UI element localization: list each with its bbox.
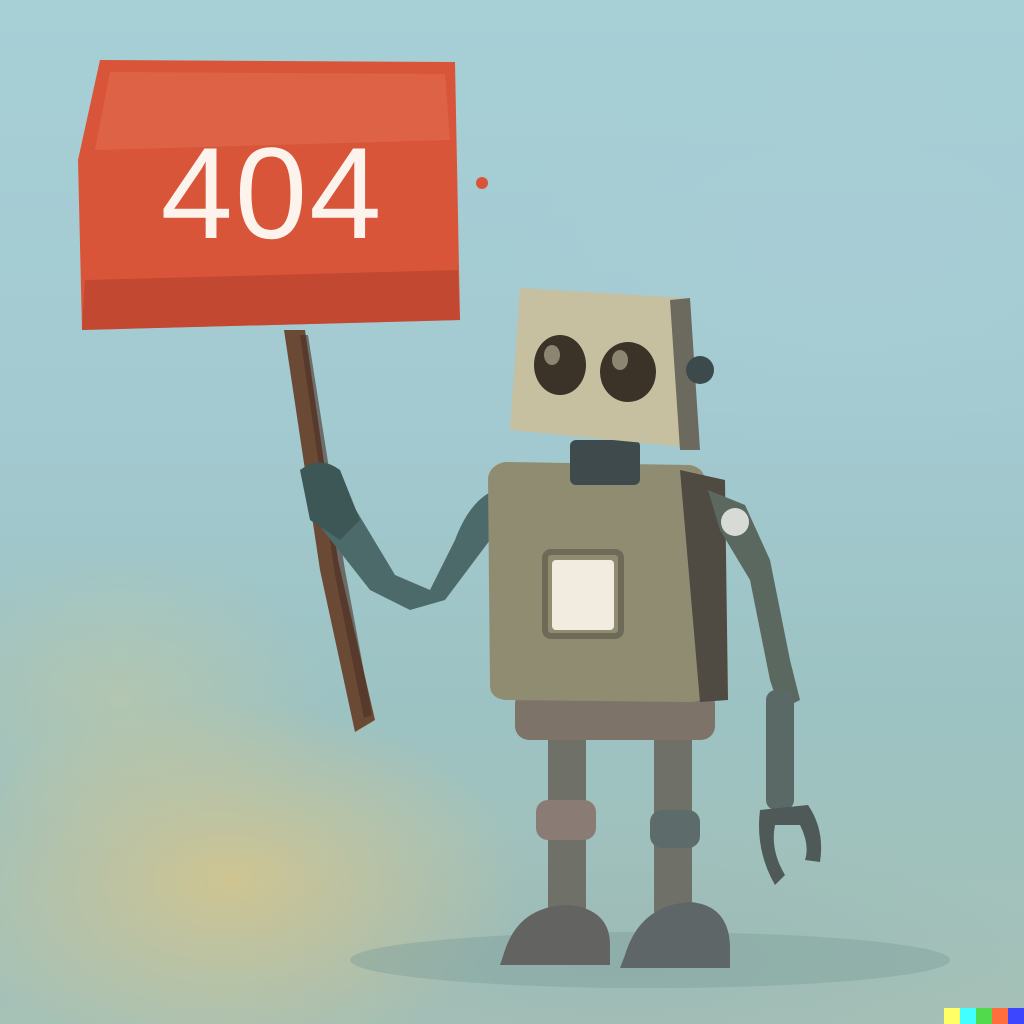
robot-chest-panel [552,560,614,630]
robot-left-eye [534,335,586,395]
robot-right-foot [620,902,730,968]
paint-splatter [476,177,488,189]
watermark-block-1 [944,1008,960,1024]
watermark-block-4 [992,1008,1008,1024]
robot-right-eye-highlight [612,350,628,370]
watermark-block-5 [1008,1008,1024,1024]
robot-right-claw [759,805,822,885]
sign-404-text: 404 [160,120,384,266]
robot-left-knee [536,800,596,840]
robot-right-shoulder-joint [721,508,749,536]
robot-right-eye [600,342,656,402]
robot-right-forearm [766,690,794,810]
watermark-block-2 [960,1008,976,1024]
robot-left-eye-highlight [544,345,560,365]
robot-ear [686,356,714,384]
watermark-logo [944,1008,1024,1024]
robot-left-foot [500,905,610,965]
sign-board-shadow [82,270,460,330]
robot-neck [570,440,640,485]
robot-left-hand [300,462,360,540]
watermark-block-3 [976,1008,992,1024]
robot-right-knee [650,810,700,848]
painting-canvas: 404 [0,0,1024,1024]
